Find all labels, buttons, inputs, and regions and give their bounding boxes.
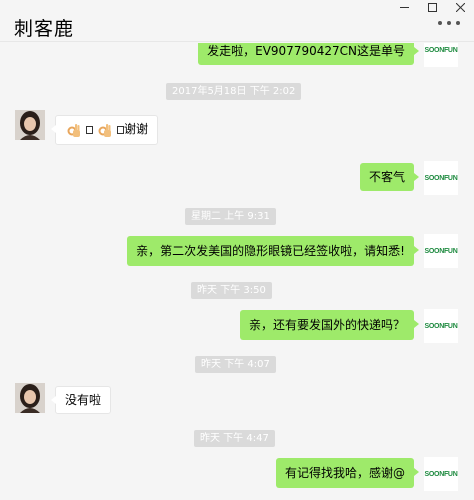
timestamp: 2017年5月18日 下午 2:02 — [166, 83, 302, 100]
more-icon[interactable] — [438, 16, 460, 30]
brand-logo-text: SOONFUN — [424, 46, 458, 54]
message-text: 谢谢 — [124, 122, 149, 136]
user-avatar[interactable] — [15, 110, 45, 140]
shop-avatar[interactable]: SOONFUN — [424, 234, 458, 268]
message-bubble[interactable]: 有记得找我哈，感谢@ — [275, 458, 420, 488]
brand-logo-text: SOONFUN — [424, 470, 458, 478]
minimize-icon[interactable] — [390, 0, 418, 14]
maximize-icon[interactable] — [418, 0, 446, 14]
shop-avatar[interactable]: SOONFUN — [424, 457, 458, 491]
chat-title: 刺客鹿 — [14, 18, 75, 40]
unknown-glyph-box — [86, 125, 93, 134]
message-bubble[interactable]: 谢谢 — [50, 115, 159, 145]
shop-avatar[interactable]: SOONFUN — [424, 43, 458, 67]
message-bubble[interactable]: 不客气 — [359, 163, 420, 191]
message-bubble[interactable]: 没有啦 — [50, 386, 112, 414]
message-bubble[interactable]: 亲，还有要发国外的快递吗？ — [239, 310, 420, 340]
shop-avatar[interactable]: SOONFUN — [424, 161, 458, 195]
timestamp: 昨天 下午 3:50 — [191, 282, 272, 299]
timestamp: 昨天 下午 4:47 — [194, 430, 275, 447]
shop-avatar[interactable]: SOONFUN — [424, 309, 458, 343]
brand-logo-text: SOONFUN — [424, 174, 458, 182]
ok-hand-icon — [67, 123, 80, 137]
message-text: 亲，第二次发美国的隐形眼镜已经签收啦，请知悉! — [136, 244, 405, 258]
brand-logo-text: SOONFUN — [424, 322, 458, 330]
close-icon[interactable] — [446, 0, 474, 14]
unknown-glyph-box — [117, 125, 124, 134]
message-bubble[interactable]: 亲，第二次发美国的隐形眼镜已经签收啦，请知悉! — [127, 236, 419, 266]
ok-hand-icon — [98, 123, 111, 137]
message-bubble[interactable]: 发走啦，EV907790427CN这是单号 — [198, 43, 419, 65]
message-text: 亲，还有要发国外的快递吗？ — [248, 318, 405, 332]
message-text: 没有啦 — [65, 393, 102, 407]
message-text: 发走啦，EV907790427CN这是单号 — [207, 44, 405, 58]
user-avatar[interactable] — [15, 383, 45, 413]
timestamp: 星期二 上午 9:31 — [185, 208, 276, 225]
timestamp: 昨天 下午 4:07 — [195, 356, 276, 373]
window-controls — [390, 0, 474, 14]
message-list[interactable]: 发走啦，EV907790427CN这是单号 SOONFUN 2017年5月18日… — [0, 43, 474, 500]
message-text: 不客气 — [368, 170, 405, 184]
message-text: 有记得找我哈，感谢@ — [284, 466, 405, 480]
chat-window: 刺客鹿 发走啦，EV907790427CN这是单号 SOONFUN 2017年5… — [0, 0, 474, 500]
brand-logo-text: SOONFUN — [424, 247, 458, 255]
